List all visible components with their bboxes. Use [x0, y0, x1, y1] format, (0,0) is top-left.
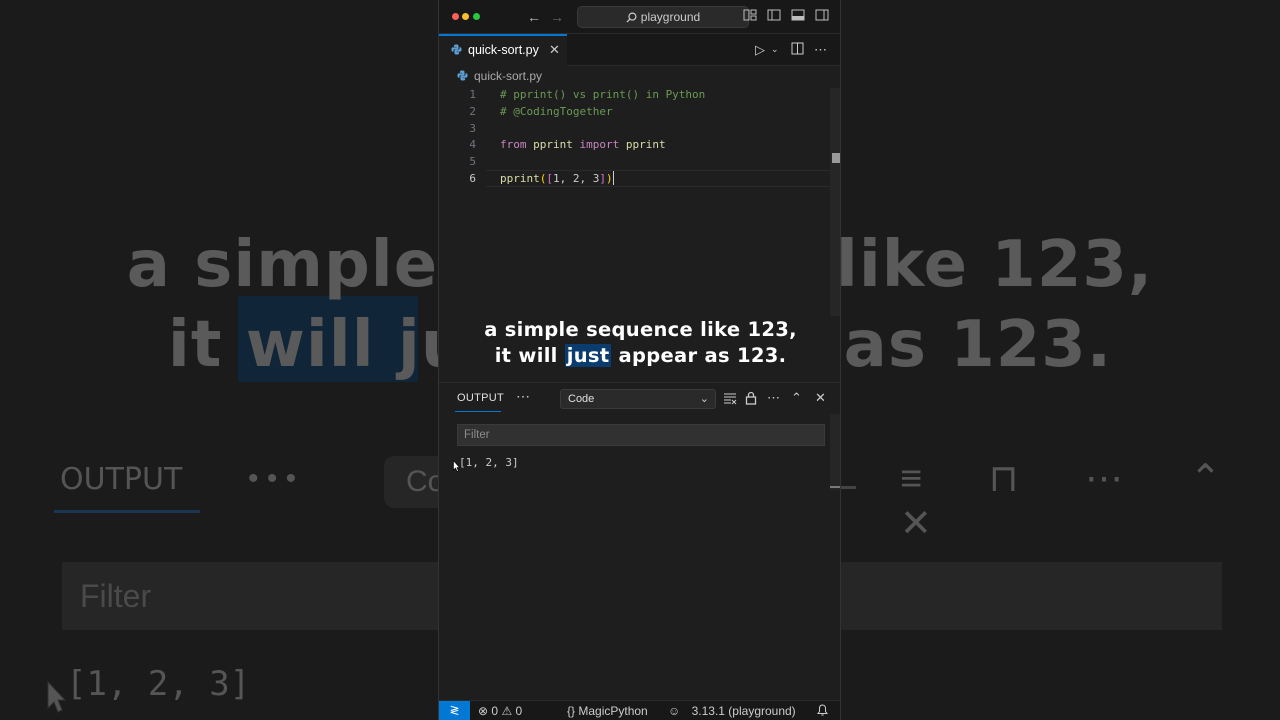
code-line: 3: [439, 120, 840, 137]
code-line: 4 from pprint import pprint: [439, 136, 840, 153]
lock-icon[interactable]: [745, 391, 757, 408]
toggle-panel-icon[interactable]: [791, 8, 805, 26]
error-icon: ⊗: [478, 704, 489, 718]
editor-tab-bar: quick-sort.py ✕ ▷ ⌄ ⋯: [439, 34, 840, 66]
zoom-window-button[interactable]: [473, 13, 480, 20]
warning-count: 0: [515, 704, 523, 718]
breadcrumb: quick-sort.py: [439, 66, 840, 86]
command-center-search[interactable]: playground: [577, 6, 749, 28]
caption-text-a: it will: [494, 344, 565, 367]
background-output-text: [1, 2, 3]: [66, 664, 251, 704]
run-python-file-icon[interactable]: ▷: [755, 42, 765, 58]
more-actions-icon[interactable]: ⋯: [767, 391, 780, 405]
background-output-label: OUTPUT: [60, 462, 183, 497]
toggle-primary-sidebar-icon[interactable]: [767, 8, 781, 26]
back-arrow-icon[interactable]: ←: [527, 8, 541, 26]
title-bar: ← → playground: [439, 0, 840, 34]
line-number: 1: [469, 88, 476, 101]
forward-arrow-icon[interactable]: →: [550, 8, 564, 26]
copilot-icon: ☺: [668, 704, 681, 718]
text-cursor: [612, 171, 614, 185]
output-filter-input[interactable]: Filter: [457, 424, 825, 446]
python-file-icon: [457, 70, 468, 81]
code-line: 2 # @CodingTogether: [439, 103, 840, 120]
tab-quick-sort-py[interactable]: quick-sort.py ✕: [439, 34, 567, 66]
search-icon: [626, 12, 637, 23]
code-line: 5: [439, 153, 840, 170]
line-number: 4: [469, 138, 476, 151]
output-scroll-thumb[interactable]: [830, 486, 840, 488]
language-mode[interactable]: {} MagicPython: [567, 704, 648, 718]
problems-indicator[interactable]: ⊗ 0 ⚠ 0: [478, 704, 522, 718]
vscode-window: ← → playground quick-sort.py ✕ ▷ ⌄ ⋯ qui…: [438, 0, 841, 720]
background-more-icon: • • •: [248, 462, 297, 495]
braces-icon: {}: [567, 704, 576, 718]
clear-output-icon[interactable]: [723, 391, 737, 408]
keyword-from: from: [500, 138, 527, 151]
editor-scrollbar[interactable]: [830, 88, 840, 316]
output-line: [1, 2, 3]: [459, 456, 519, 469]
imported-name: pprint: [625, 138, 666, 151]
close-panel-icon[interactable]: ✕: [815, 391, 826, 405]
code-text: from pprint import pprint: [500, 136, 666, 153]
background-toolbar-icons: ≡ ⊓ ⋯ ⌃ ✕: [900, 458, 1250, 545]
code-text: pprint([1, 2, 3]): [500, 170, 614, 187]
line-number: 6: [469, 172, 476, 185]
keyword-import: import: [579, 138, 620, 151]
background-mouse-cursor-icon: [47, 680, 66, 713]
output-scrollbar[interactable]: [830, 414, 840, 490]
list-contents: 1, 2, 3: [553, 172, 600, 185]
toggle-secondary-sidebar-icon[interactable]: [815, 8, 829, 26]
close-paren: ): [605, 172, 613, 185]
output-channel-select[interactable]: Code ⌄: [560, 389, 716, 409]
caption-highlight-word: just: [564, 344, 612, 367]
close-tab-icon[interactable]: ✕: [549, 42, 560, 58]
mouse-cursor-icon: [453, 460, 460, 472]
interpreter-label: 3.13.1 (playground): [691, 704, 796, 718]
module-name: pprint: [533, 138, 573, 151]
output-channel-value: Code: [568, 393, 595, 405]
minimap-slider[interactable]: [832, 153, 840, 163]
chevron-down-icon: ⌄: [699, 393, 709, 405]
caption-text-b: appear as 123.: [611, 344, 787, 367]
panel-more-icon[interactable]: ⋯: [516, 388, 530, 405]
more-actions-icon[interactable]: ⋯: [814, 42, 827, 58]
notifications-bell-icon[interactable]: [817, 704, 828, 719]
code-text: # pprint() vs print() in Python: [500, 88, 706, 101]
minimize-window-button[interactable]: [462, 13, 469, 20]
background-tab-underline: [54, 510, 200, 513]
maximize-panel-icon[interactable]: ⌃: [791, 391, 802, 405]
breadcrumb-file[interactable]: quick-sort.py: [474, 69, 542, 83]
code-line: 1 # pprint() vs print() in Python: [439, 86, 840, 103]
status-bar: ≷ ⊗ 0 ⚠ 0 {} MagicPython ☺ 3.13.1 (playg…: [439, 700, 840, 720]
code-text: # @CodingTogether: [500, 105, 613, 118]
open-bracket: [: [546, 172, 553, 185]
line-number: 5: [469, 155, 476, 168]
python-interpreter[interactable]: ☺ 3.13.1 (playground): [668, 704, 796, 718]
function-call: pprint: [500, 172, 540, 185]
video-caption-line2: it will just appear as 123.: [439, 344, 840, 367]
search-text: playground: [640, 10, 701, 24]
tab-output[interactable]: OUTPUT: [457, 392, 504, 404]
run-options-chevron-icon[interactable]: ⌄: [771, 44, 779, 55]
split-editor-icon[interactable]: [791, 42, 804, 58]
customize-layout-icon[interactable]: [743, 8, 757, 26]
panel-header: OUTPUT ⋯ Code ⌄ ⋯ ⌃ ✕: [439, 382, 840, 414]
language-mode-label: MagicPython: [578, 704, 648, 718]
warning-icon: ⚠: [501, 704, 513, 718]
close-window-button[interactable]: [452, 13, 459, 20]
line-number: 3: [469, 122, 476, 135]
error-count: 0: [491, 704, 499, 718]
code-line: 6 pprint([1, 2, 3]): [439, 170, 840, 187]
video-caption-line1: a simple sequence like 123,: [484, 318, 797, 341]
remote-indicator-icon[interactable]: ≷: [439, 701, 470, 720]
tab-label: quick-sort.py: [468, 43, 539, 57]
python-file-icon: [451, 44, 462, 55]
close-bracket: ]: [599, 172, 606, 185]
line-number: 2: [469, 105, 476, 118]
active-tab-indicator: [455, 411, 501, 412]
